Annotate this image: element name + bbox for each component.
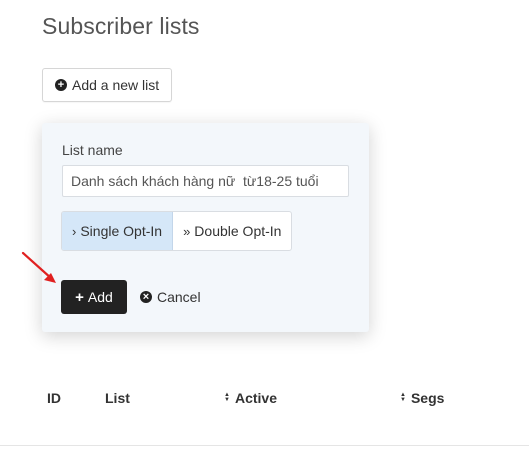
list-name-input[interactable] — [62, 165, 349, 197]
sort-icon: ▲ ▼ — [400, 392, 406, 403]
optin-toggle-group: › Single Opt-In » Double Opt-In — [61, 211, 293, 251]
column-header-id-label: ID — [47, 390, 61, 406]
subscriber-lists-page: Subscriber lists + Add a new list List n… — [0, 0, 529, 469]
sort-icon: ▲ ▼ — [224, 392, 230, 403]
column-header-segs-label: Segs — [410, 390, 445, 406]
red-arrow-annotation-icon — [21, 251, 56, 283]
add-new-list-label: Add a new list — [72, 77, 160, 93]
close-circle-icon: × — [140, 291, 152, 303]
add-new-list-button[interactable]: + Add a new list — [42, 68, 173, 102]
plus-circle-icon: + — [55, 79, 67, 91]
page-title: Subscriber lists — [42, 13, 200, 39]
list-name-label: List name — [62, 142, 123, 158]
cancel-button-label: Cancel — [157, 289, 201, 305]
single-optin-label: Single Opt-In — [80, 223, 163, 239]
double-optin-label: Double Opt-In — [194, 223, 282, 239]
table-divider — [0, 445, 529, 446]
column-header-id: ID — [47, 390, 61, 406]
add-button-label: Add — [87, 289, 113, 305]
column-header-active[interactable]: ▲ ▼ Active — [224, 390, 277, 406]
column-header-list: List — [105, 390, 130, 406]
column-header-segs[interactable]: ▲ ▼ Segs — [400, 390, 444, 406]
plus-icon: + — [75, 288, 84, 306]
table-header-row: ID List ▲ ▼ Active ▲ ▼ Segs — [0, 388, 529, 408]
double-optin-option[interactable]: » Double Opt-In — [173, 212, 291, 250]
column-header-list-label: List — [105, 390, 130, 406]
chevron-right-icon: › — [72, 223, 77, 239]
add-button[interactable]: + Add — [61, 280, 127, 314]
column-header-active-label: Active — [234, 390, 277, 406]
double-chevron-right-icon: » — [183, 223, 191, 239]
cancel-button[interactable]: × Cancel — [140, 280, 201, 314]
new-list-popover: List name › Single Opt-In » Double Opt-I… — [42, 123, 369, 332]
single-optin-option[interactable]: › Single Opt-In — [62, 212, 174, 250]
